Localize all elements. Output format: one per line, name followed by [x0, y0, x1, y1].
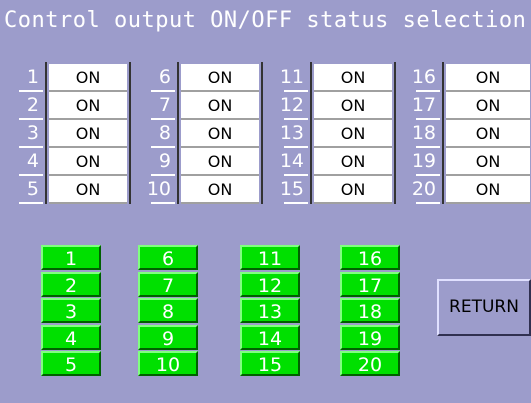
- output-15-button[interactable]: 15: [240, 351, 300, 376]
- number-underline: [19, 202, 43, 204]
- output-status-cell: ON: [446, 176, 530, 204]
- number-underline: [416, 202, 440, 204]
- output-status-cell: ON: [314, 148, 392, 176]
- output-number-label: 9: [158, 150, 171, 172]
- output-status-cell: ON: [314, 176, 392, 204]
- output-number-label: 12: [279, 94, 304, 116]
- output-status-cell: ON: [181, 148, 259, 176]
- output-number-label: 14: [279, 150, 304, 172]
- output-status-cell: ON: [181, 176, 259, 204]
- output-status-cell: ON: [446, 64, 530, 92]
- output-number-label: 2: [26, 94, 39, 116]
- output-12-button[interactable]: 12: [240, 272, 300, 297]
- return-button[interactable]: RETURN: [437, 279, 531, 336]
- output-1-button[interactable]: 1: [41, 245, 101, 270]
- output-13-button[interactable]: 13: [240, 298, 300, 323]
- number-underline: [151, 202, 175, 204]
- output-7-button[interactable]: 7: [138, 272, 198, 297]
- output-number-label: 20: [411, 178, 436, 200]
- output-number-label: 17: [411, 94, 436, 116]
- output-status-cell: ON: [181, 92, 259, 120]
- output-number-label: 19: [411, 150, 436, 172]
- output-number-label: 13: [279, 122, 304, 144]
- output-20-button[interactable]: 20: [340, 351, 400, 376]
- output-status-cell: ON: [49, 148, 127, 176]
- output-17-button[interactable]: 17: [340, 272, 400, 297]
- output-number-label: 6: [158, 66, 171, 88]
- output-number-label: 16: [411, 66, 436, 88]
- output-number-label: 7: [158, 94, 171, 116]
- output-status-cell: ON: [49, 176, 127, 204]
- output-number-label: 1: [26, 66, 39, 88]
- output-status-cell: ON: [181, 120, 259, 148]
- output-18-button[interactable]: 18: [340, 298, 400, 323]
- number-underline: [284, 202, 308, 204]
- output-8-button[interactable]: 8: [138, 298, 198, 323]
- output-status-cell: ON: [446, 148, 530, 176]
- output-3-button[interactable]: 3: [41, 298, 101, 323]
- output-number-label: 11: [279, 66, 304, 88]
- output-19-button[interactable]: 19: [340, 325, 400, 350]
- page-title: Control output ON/OFF status selection: [4, 8, 527, 33]
- output-6-button[interactable]: 6: [138, 245, 198, 270]
- output-4-button[interactable]: 4: [41, 325, 101, 350]
- output-number-label: 8: [158, 122, 171, 144]
- output-status-cell: ON: [314, 64, 392, 92]
- output-9-button[interactable]: 9: [138, 325, 198, 350]
- output-status-cell: ON: [314, 120, 392, 148]
- output-10-button[interactable]: 10: [138, 351, 198, 376]
- output-number-label: 3: [26, 122, 39, 144]
- output-11-button[interactable]: 11: [240, 245, 300, 270]
- output-14-button[interactable]: 14: [240, 325, 300, 350]
- output-status-cell: ON: [181, 64, 259, 92]
- output-status-cell: ON: [446, 120, 530, 148]
- output-number-label: 4: [26, 150, 39, 172]
- output-2-button[interactable]: 2: [41, 272, 101, 297]
- output-status-cell: ON: [446, 92, 530, 120]
- output-number-label: 18: [411, 122, 436, 144]
- output-status-cell: ON: [49, 120, 127, 148]
- output-status-cell: ON: [49, 64, 127, 92]
- output-number-label: 5: [26, 178, 39, 200]
- output-16-button[interactable]: 16: [340, 245, 400, 270]
- output-status-cell: ON: [49, 92, 127, 120]
- output-number-label: 10: [146, 178, 171, 200]
- output-number-label: 15: [279, 178, 304, 200]
- output-5-button[interactable]: 5: [41, 351, 101, 376]
- output-status-cell: ON: [314, 92, 392, 120]
